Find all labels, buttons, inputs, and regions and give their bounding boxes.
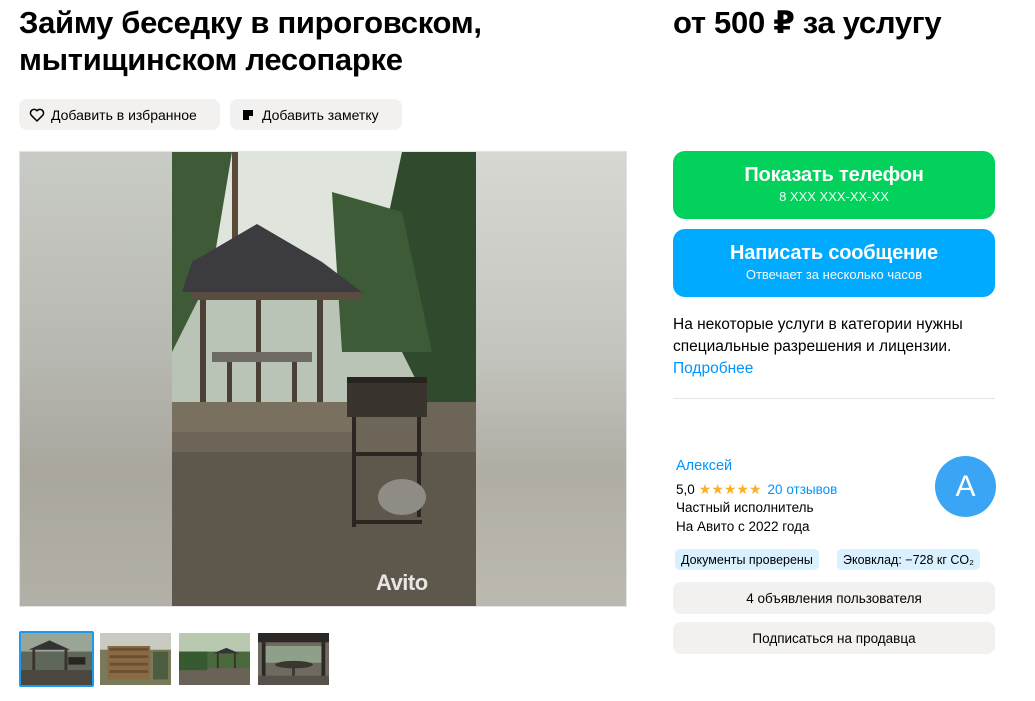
user-listings-button[interactable]: 4 объявления пользователя: [673, 582, 995, 614]
thumbnail-2[interactable]: [98, 631, 173, 687]
write-message-button[interactable]: Написать сообщение Отвечает за несколько…: [673, 229, 995, 297]
gallery-blur-left: [20, 152, 172, 606]
more-info-link[interactable]: Подробнее: [673, 358, 1003, 380]
thumbnail-3[interactable]: [177, 631, 252, 687]
response-time-label: Отвечает за несколько часов: [745, 267, 923, 282]
thumbnail-strip: [19, 631, 331, 687]
listing-title: Займу беседку в пироговском, мытищинском…: [19, 5, 482, 77]
license-notice: На некоторые услуги в категории нужны сп…: [673, 314, 1003, 380]
gallery-blur-right: [474, 152, 626, 606]
note-icon: [240, 107, 256, 123]
seller-type: Частный исполнитель: [676, 500, 814, 515]
avatar[interactable]: А: [935, 456, 996, 517]
seller-since: На Авито с 2022 года: [676, 519, 810, 534]
masked-phone-number: 8 XXX XXX-XX-XX: [779, 189, 889, 204]
show-phone-label: Показать телефон: [744, 164, 924, 186]
rating-value: 5,0: [676, 482, 695, 497]
add-note-button[interactable]: Добавить заметку: [230, 99, 402, 130]
write-message-label: Написать сообщение: [730, 242, 938, 264]
divider: [673, 398, 995, 399]
add-to-favorites-label: Добавить в избранное: [51, 106, 197, 123]
license-notice-text: На некоторые услуги в категории нужны сп…: [673, 316, 963, 355]
listing-price: от 500 ₽ за услугу: [673, 5, 942, 40]
seller-rating: 5,0 ★★★★★ 20 отзывов: [676, 481, 837, 498]
avito-watermark: Avito: [376, 570, 428, 595]
documents-verified-badge[interactable]: Документы проверены: [675, 549, 819, 570]
eco-contribution-badge[interactable]: Эковклад: −728 кг CO₂: [837, 549, 981, 570]
add-note-label: Добавить заметку: [262, 106, 379, 123]
main-photo[interactable]: [172, 152, 476, 607]
thumbnail-1[interactable]: [19, 631, 94, 687]
thumbnail-4[interactable]: [256, 631, 331, 687]
show-phone-button[interactable]: Показать телефон 8 XXX XXX-XX-XX: [673, 151, 995, 219]
reviews-link[interactable]: 20 отзывов: [768, 482, 838, 497]
heart-icon: [29, 107, 45, 123]
rating-stars-icon: ★★★★★: [698, 481, 762, 497]
add-to-favorites-button[interactable]: Добавить в избранное: [19, 99, 220, 130]
subscribe-seller-button[interactable]: Подписаться на продавца: [673, 622, 995, 654]
seller-name-link[interactable]: Алексей: [676, 458, 732, 474]
photo-gallery[interactable]: Avito: [19, 151, 627, 607]
